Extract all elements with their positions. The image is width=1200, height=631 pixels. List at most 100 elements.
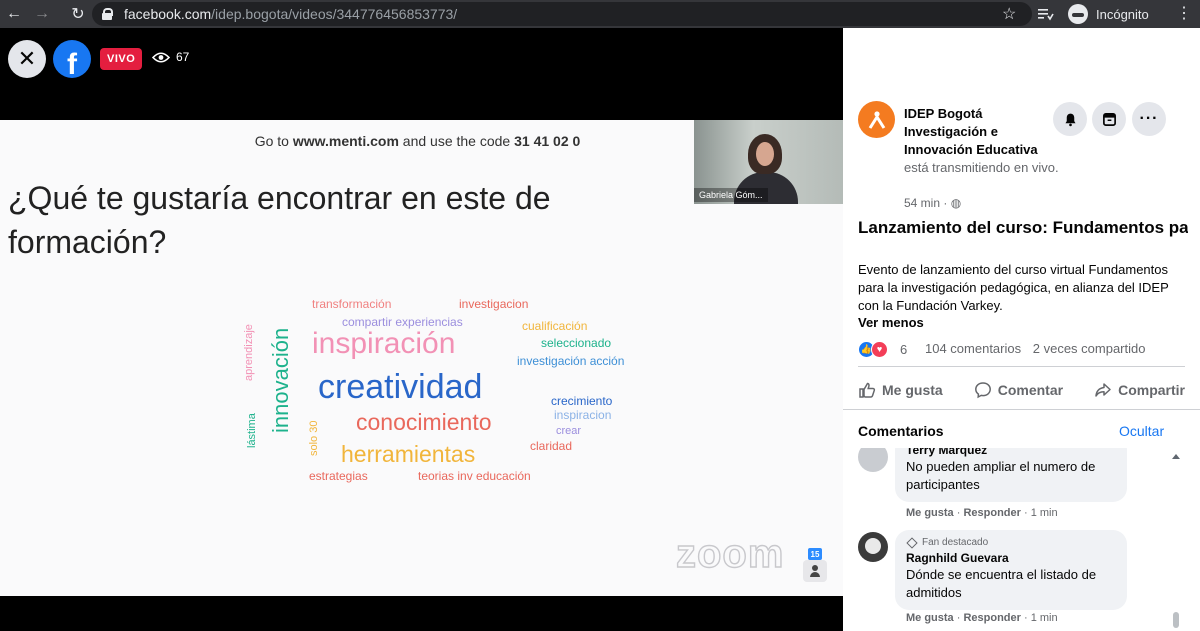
incognito-label: Incógnito <box>1096 6 1149 22</box>
comment-author[interactable]: Terry Márquez <box>906 448 1116 458</box>
page-name[interactable]: IDEP Bogotá Investigación e Innovación E… <box>904 105 1064 159</box>
browser-toolbar: ← → ↻ facebook.com /idep.bogota/videos/3… <box>0 0 1200 28</box>
lock-icon <box>102 8 113 20</box>
browser-menu-icon[interactable]: ⋮ <box>1176 5 1192 23</box>
comment-reply-link[interactable]: Responder <box>963 612 1020 624</box>
comments-count[interactable]: 104 comentarios <box>925 341 1021 356</box>
love-reaction-icon: ♥ <box>871 340 888 358</box>
share-button[interactable]: Compartir <box>1094 381 1185 399</box>
word: aprendizaje <box>243 324 255 381</box>
word: creatividad <box>318 368 483 406</box>
share-label: Compartir <box>1118 382 1185 398</box>
like-label: Me gusta <box>882 382 943 398</box>
word: inspiracion <box>554 408 612 422</box>
diamond-icon <box>906 537 918 549</box>
word: investigación acción <box>517 354 625 368</box>
idep-logo-icon <box>868 110 885 129</box>
video-viewer: ✕ f VIVO 67 Go to www.menti.com and use … <box>0 28 843 631</box>
slide-question: ¿Qué te gustaría encontrar en este de fo… <box>8 180 551 260</box>
post-time: 54 min · ◍ <box>904 196 962 210</box>
page-status: está transmitiendo en vivo. <box>904 160 1059 175</box>
comment-time[interactable]: 1 min <box>1031 507 1058 519</box>
shared-slide[interactable]: Go to www.menti.com and use the code 31 … <box>0 120 843 596</box>
reload-button[interactable]: ↻ <box>64 0 92 28</box>
scrollbar-thumb[interactable] <box>1173 612 1179 628</box>
shares-count[interactable]: 2 veces compartido <box>1033 341 1146 356</box>
comment-reply-link[interactable]: Responder <box>963 507 1020 519</box>
avatar[interactable] <box>858 532 888 562</box>
more-options-button[interactable]: ··· <box>1132 102 1166 136</box>
see-less-link[interactable]: Ver menos <box>858 315 924 330</box>
archive-icon <box>1102 112 1116 126</box>
more-icon: ··· <box>1139 110 1159 127</box>
incognito-icon <box>1068 4 1088 24</box>
word: innovación <box>268 327 293 433</box>
eye-icon <box>152 51 170 63</box>
thumbs-up-icon <box>859 382 876 398</box>
share-icon <box>1095 383 1111 397</box>
comment-label: Comentar <box>997 382 1064 398</box>
reload-icon: ↻ <box>71 6 85 23</box>
comment-author[interactable]: Ragnhild Guevara <box>906 550 1116 566</box>
comments-scrollbar[interactable] <box>1170 452 1182 631</box>
scroll-up-icon[interactable] <box>1172 454 1180 459</box>
close-icon: ✕ <box>17 46 37 71</box>
post-panel: IDEP Bogotá Investigación e Innovación E… <box>843 28 1200 631</box>
speaker-camera[interactable]: Gabriela Góm... <box>694 120 843 204</box>
hide-comments-link[interactable]: Ocultar <box>1119 423 1164 439</box>
like-button[interactable]: Me gusta <box>858 381 943 399</box>
participant-count-badge: 15 <box>808 548 822 560</box>
page-avatar[interactable] <box>858 101 895 138</box>
comment-bubble: Terry Márquez No pueden ampliar el numer… <box>895 448 1127 502</box>
word: transformación <box>312 297 392 311</box>
comments-list[interactable]: Terry Márquez No pueden ampliar el numer… <box>843 448 1183 631</box>
post-description: Evento de lanzamiento del curso virtual … <box>858 262 1169 313</box>
zoom-watermark: zoom <box>675 531 785 576</box>
comment-time[interactable]: 1 min <box>1031 612 1058 624</box>
url-path: /idep.bogota/videos/344776456853773/ <box>211 6 458 22</box>
post-actions: Me gusta Comentar Compartir <box>858 376 1185 404</box>
comment-icon <box>974 382 991 399</box>
arrow-left-icon: ← <box>6 5 22 22</box>
speaker-name: Gabriela Góm... <box>694 188 768 202</box>
reactions-summary[interactable]: 👍 ♥ 6 <box>858 339 907 359</box>
word: cualificación <box>522 319 588 333</box>
word: inspiración <box>312 327 456 360</box>
participants-icon[interactable] <box>803 560 827 582</box>
save-button[interactable] <box>1092 102 1126 136</box>
word: claridad <box>530 439 573 453</box>
comment-like-link[interactable]: Me gusta <box>906 507 954 519</box>
word: crear <box>556 425 582 437</box>
comment-bubble: Fan destacado Ragnhild Guevara Dónde se … <box>895 530 1127 610</box>
word: conocimiento <box>356 409 492 435</box>
comment-button[interactable]: Comentar <box>974 381 1063 399</box>
divider <box>858 366 1185 367</box>
comment-text: Dónde se encuentra el listado de admitid… <box>906 567 1097 600</box>
forward-button[interactable]: → <box>28 0 56 28</box>
word: estrategias <box>309 469 368 483</box>
word: teorias inv educación <box>418 469 531 483</box>
word: seleccionado <box>541 336 612 350</box>
post-title: Lanzamiento del curso: Fundamentos para … <box>858 218 1188 237</box>
menti-code: 31 41 02 0 <box>514 133 581 149</box>
close-button[interactable]: ✕ <box>8 40 46 78</box>
arrow-right-icon: → <box>34 5 50 22</box>
divider <box>843 409 1200 410</box>
incognito-indicator[interactable]: Incógnito <box>1064 3 1159 25</box>
word: investigacion <box>459 297 529 311</box>
menti-site: www.menti.com <box>292 133 399 149</box>
reaction-count: 6 <box>900 341 908 357</box>
back-button[interactable]: ← <box>0 0 28 28</box>
comment-like-link[interactable]: Me gusta <box>906 612 954 624</box>
bookmark-star-icon[interactable]: ☆ <box>1002 4 1016 24</box>
live-badge: VIVO <box>100 48 143 70</box>
fan-badge: Fan destacado <box>906 536 1116 550</box>
address-bar[interactable]: facebook.com /idep.bogota/videos/3447764… <box>92 2 1032 26</box>
avatar[interactable] <box>858 448 888 472</box>
word: lástima <box>246 413 258 448</box>
reading-list-icon[interactable] <box>1036 5 1054 23</box>
follow-notifications-button[interactable] <box>1053 102 1087 136</box>
word: herramientas <box>341 441 476 467</box>
post-stats: 104 comentarios 2 veces compartido <box>925 341 1153 356</box>
facebook-logo-icon[interactable]: f <box>53 40 91 78</box>
